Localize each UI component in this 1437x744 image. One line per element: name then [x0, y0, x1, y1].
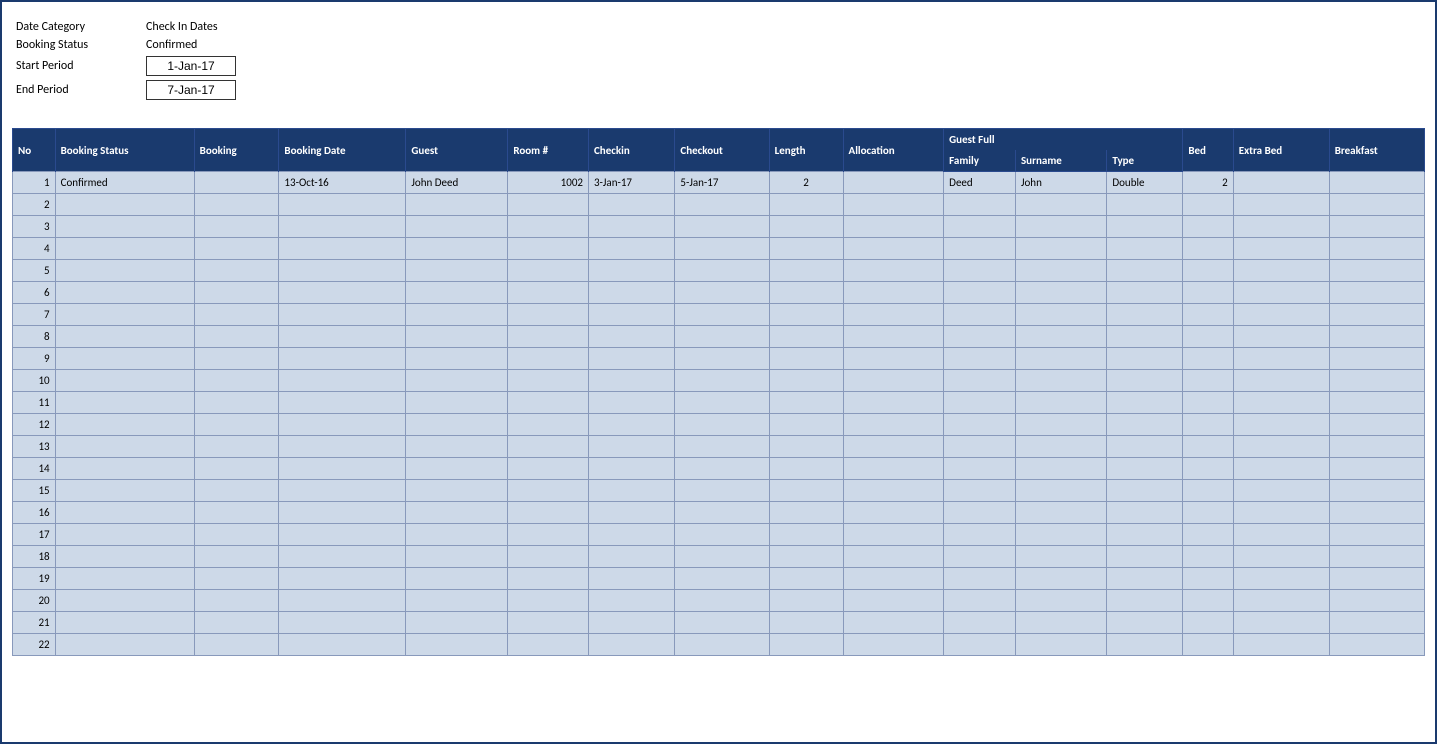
- date-category-label: Date Category: [16, 20, 146, 34]
- col-booking: Booking: [194, 129, 279, 172]
- table-row: 16: [13, 502, 1425, 524]
- booking-status-value: Confirmed: [146, 38, 197, 52]
- table-row: 11: [13, 392, 1425, 414]
- table-row: 7: [13, 304, 1425, 326]
- table-row: 21: [13, 612, 1425, 634]
- filter-section: Date Category Check In Dates Booking Sta…: [12, 12, 1425, 112]
- col-bed: Bed: [1183, 129, 1233, 172]
- start-period-row: Start Period: [16, 56, 1421, 76]
- end-period-input[interactable]: [146, 80, 236, 100]
- start-period-input[interactable]: [146, 56, 236, 76]
- col-room-no: Room #: [508, 129, 589, 172]
- table-row: 14: [13, 458, 1425, 480]
- table-row: 12: [13, 414, 1425, 436]
- col-booking-status: Booking Status: [55, 129, 194, 172]
- table-row: 22: [13, 634, 1425, 656]
- col-no: No: [13, 129, 56, 172]
- booking-table: No Booking Status Booking Booking Date G…: [12, 128, 1425, 656]
- table-header-row-1: No Booking Status Booking Booking Date G…: [13, 129, 1425, 151]
- table-row: 13: [13, 436, 1425, 458]
- end-period-label: End Period: [16, 83, 146, 97]
- table-row: 19: [13, 568, 1425, 590]
- date-category-value: Check In Dates: [146, 20, 218, 34]
- table-row: 20: [13, 590, 1425, 612]
- col-guest: Guest: [406, 129, 508, 172]
- table-row: 17: [13, 524, 1425, 546]
- col-type: Type: [1107, 150, 1183, 172]
- booking-status-label: Booking Status: [16, 38, 146, 52]
- table-row: 18: [13, 546, 1425, 568]
- table-row: 5: [13, 260, 1425, 282]
- col-allocation: Allocation: [843, 129, 944, 172]
- booking-status-row: Booking Status Confirmed: [16, 38, 1421, 52]
- table-row: 15: [13, 480, 1425, 502]
- col-surname: Surname: [1015, 150, 1106, 172]
- table-row: 8: [13, 326, 1425, 348]
- col-booking-date: Booking Date: [279, 129, 406, 172]
- col-length: Length: [769, 129, 843, 172]
- table-row: 9: [13, 348, 1425, 370]
- table-row: 1Confirmed13-Oct-16John Deed10023-Jan-17…: [13, 172, 1425, 194]
- table-row: 4: [13, 238, 1425, 260]
- col-extra-bed: Extra Bed: [1233, 129, 1329, 172]
- col-checkin: Checkin: [588, 129, 674, 172]
- col-family: Family: [944, 150, 1016, 172]
- col-guest-full: Guest Full: [944, 129, 1183, 151]
- table-row: 2: [13, 194, 1425, 216]
- col-checkout: Checkout: [675, 129, 769, 172]
- table-body: 1Confirmed13-Oct-16John Deed10023-Jan-17…: [13, 172, 1425, 656]
- date-category-row: Date Category Check In Dates: [16, 20, 1421, 34]
- table-row: 6: [13, 282, 1425, 304]
- end-period-row: End Period: [16, 80, 1421, 100]
- start-period-label: Start Period: [16, 59, 146, 73]
- col-breakfast: Breakfast: [1329, 129, 1424, 172]
- table-row: 10: [13, 370, 1425, 392]
- table-row: 3: [13, 216, 1425, 238]
